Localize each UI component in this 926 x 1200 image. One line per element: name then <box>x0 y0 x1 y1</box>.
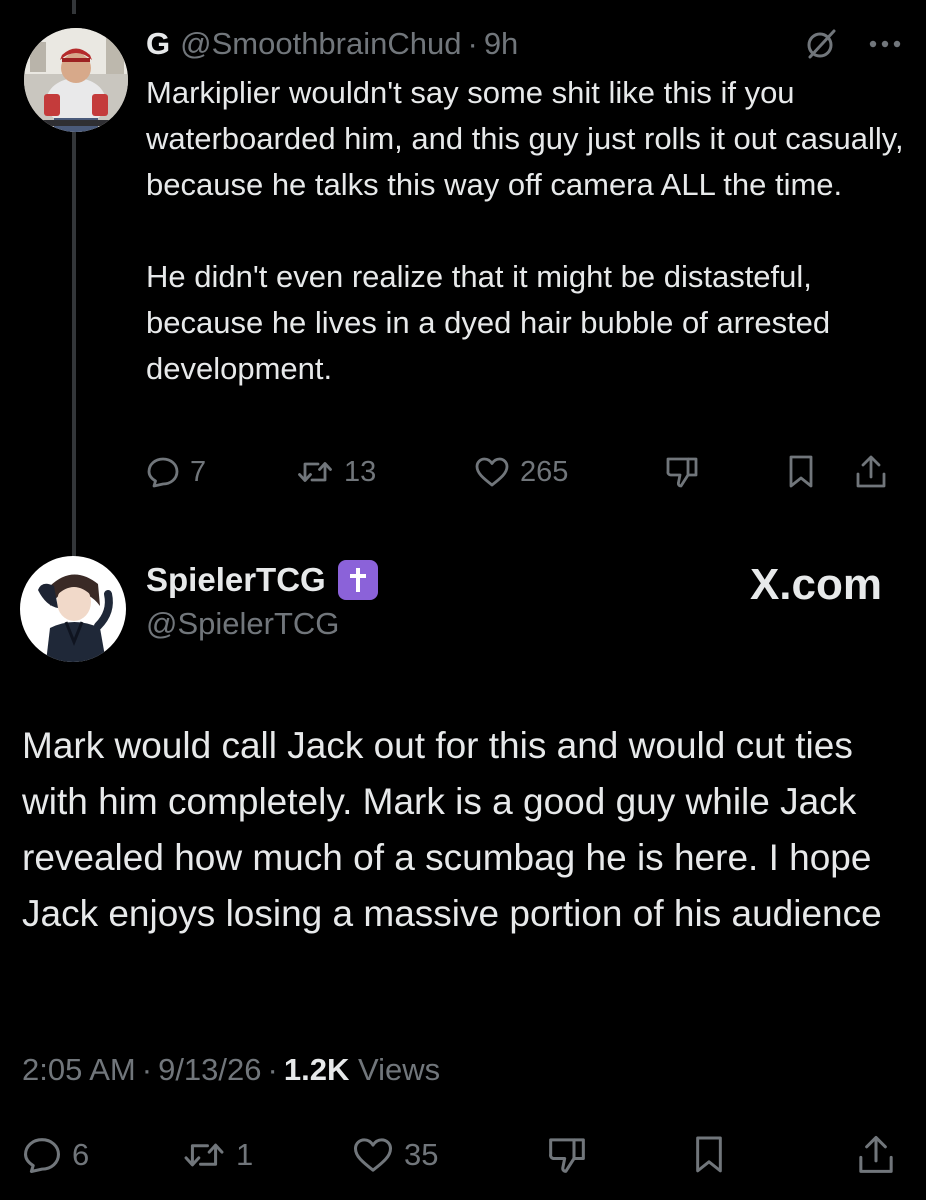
reply-icon <box>22 1135 62 1175</box>
heart-icon <box>474 456 510 488</box>
like-button[interactable]: 35 <box>352 1136 438 1174</box>
tweet-paragraph: He didn't even realize that it might be … <box>146 259 831 386</box>
tweet-text: Mark would call Jack out for this and wo… <box>22 725 882 934</box>
tweet-date[interactable]: 9/13/26 <box>158 1052 261 1087</box>
like-count: 265 <box>520 455 569 488</box>
share-icon <box>856 1134 896 1176</box>
bookmark-icon <box>692 1134 726 1176</box>
repost-icon <box>296 456 334 488</box>
reply-button[interactable]: 6 <box>22 1135 89 1175</box>
tweet-time[interactable]: 2:05 AM <box>22 1052 136 1087</box>
reply-icon <box>146 455 180 489</box>
bookmark-button[interactable] <box>692 1134 726 1176</box>
separator-dot: · <box>267 1052 278 1087</box>
repost-button[interactable]: 1 <box>182 1136 253 1174</box>
brand-watermark: X.com <box>750 560 882 610</box>
author-name[interactable]: SpielerTCG <box>146 561 326 599</box>
tweet-action-bar: 7 13 265 <box>146 448 902 496</box>
separator-dot: · <box>467 26 478 61</box>
thread-connector-top <box>72 0 76 14</box>
avatar-smoothbrainchud[interactable] <box>24 28 128 132</box>
thread-connector <box>72 130 76 558</box>
repost-icon <box>182 1136 226 1174</box>
x-logo-text: X.com <box>749 560 882 609</box>
tweet-header: G @SmoothbrainChud · 9h <box>146 22 902 66</box>
views-count: 1.2K <box>283 1052 350 1087</box>
slashed-circle-icon[interactable] <box>804 27 838 61</box>
author-name-row: SpielerTCG <box>146 560 378 600</box>
tweet-time[interactable]: 9h <box>484 26 518 62</box>
reply-button[interactable]: 7 <box>146 455 206 489</box>
tweet-paragraph: Markiplier wouldn't say some shit like t… <box>146 75 904 202</box>
like-button[interactable]: 265 <box>474 456 568 489</box>
cross-badge-icon <box>337 560 378 600</box>
downvote-icon <box>664 455 700 489</box>
author-name[interactable]: G <box>146 26 170 62</box>
share-button[interactable] <box>854 454 888 490</box>
repost-count: 1 <box>236 1137 254 1172</box>
bookmark-icon <box>786 454 816 490</box>
reply-count: 7 <box>190 455 207 488</box>
share-icon <box>854 454 888 490</box>
reply-count: 6 <box>72 1137 90 1172</box>
more-dots-icon[interactable] <box>868 39 902 49</box>
header-actions <box>804 27 902 61</box>
downvote-button[interactable] <box>664 455 700 489</box>
like-count: 35 <box>404 1137 439 1172</box>
tweet-meta: 2:05 AM · 9/13/26 · 1.2K Views <box>22 1052 440 1088</box>
views-label: Views <box>357 1052 441 1087</box>
tweet-text: Markiplier wouldn't say some shit like t… <box>146 70 906 392</box>
repost-count: 13 <box>344 455 377 488</box>
heart-icon <box>352 1136 394 1174</box>
avatar-spielertcg[interactable] <box>20 556 126 662</box>
author-handle[interactable]: @SmoothbrainChud <box>180 26 461 62</box>
author-handle[interactable]: @SpielerTCG <box>146 606 339 642</box>
downvote-icon <box>546 1135 588 1175</box>
bookmark-button[interactable] <box>786 454 816 490</box>
share-button[interactable] <box>856 1134 896 1176</box>
separator-dot: · <box>141 1052 153 1087</box>
repost-button[interactable]: 13 <box>296 456 376 489</box>
downvote-button[interactable] <box>546 1135 588 1175</box>
tweet-action-bar: 6 1 35 <box>22 1130 902 1180</box>
